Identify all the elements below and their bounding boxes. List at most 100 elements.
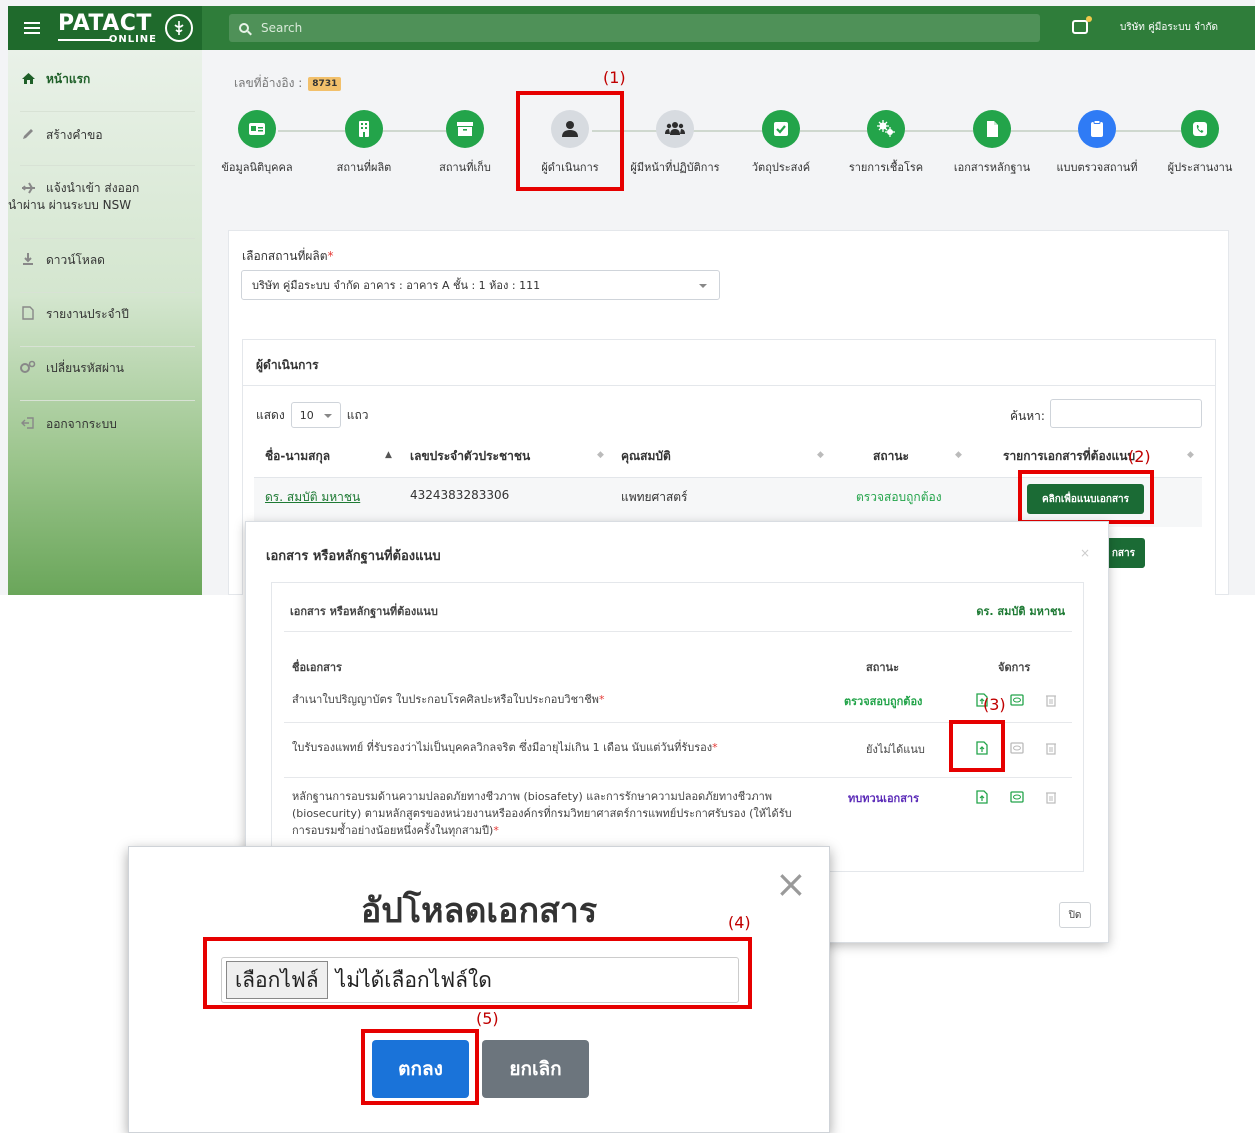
- table-search-label: ค้นหา:: [1010, 409, 1045, 423]
- background-app: PATACT ONLINE Search บริษัท คู่มือระบบ จ…: [0, 0, 1255, 595]
- sidebar-item-download[interactable]: ดาวน์โหลด: [20, 251, 190, 270]
- clipboard-icon: [1078, 110, 1116, 148]
- trash-icon[interactable]: [1044, 693, 1058, 707]
- document-row-status: ทบทวนเอกสาร: [848, 792, 920, 805]
- pencil-icon: [20, 127, 36, 141]
- operator-status: ตรวจสอบถูกต้อง: [856, 490, 942, 504]
- page-length-control: แสดง 10 แถว: [256, 402, 368, 428]
- sort-icon: ◆: [1187, 450, 1194, 460]
- document-row-name: หลักฐานการอบรมด้านความปลอดภัยทางชีวภาพ (…: [292, 790, 792, 837]
- production-site-select[interactable]: บริษัท คู่มือระบบ จำกัด อาคาร : อาคาร A …: [241, 270, 720, 300]
- upload-file-icon[interactable]: [975, 741, 989, 755]
- document-row-status: ตรวจสอบถูกต้อง: [844, 695, 923, 708]
- chevron-down-icon: [699, 284, 707, 288]
- documents-panel-title: เอกสาร หรือหลักฐานที่ต้องแนบ: [290, 605, 438, 618]
- id-card-icon: [238, 110, 276, 148]
- choose-file-button[interactable]: เลือกไฟล์: [226, 961, 328, 999]
- sort-icon: ◆: [817, 450, 824, 460]
- operators-title: ผู้ดำเนินการ: [256, 358, 319, 372]
- close-icon[interactable]: ×: [1080, 546, 1090, 560]
- column-header-citizen-id[interactable]: เลขประจำตัวประชาชน: [410, 447, 530, 466]
- annotation-label-3: (3): [983, 695, 1006, 714]
- file-icon: [20, 306, 36, 320]
- phone-icon: [1181, 110, 1219, 148]
- operator-name-link[interactable]: ดร. สมบัติ มหาชน: [265, 488, 360, 507]
- close-button[interactable]: ปิด: [1059, 902, 1091, 928]
- sidebar-item-create-request[interactable]: สร้างคำขอ: [20, 126, 190, 145]
- hamburger-menu-icon[interactable]: [24, 22, 40, 34]
- step-coordinator[interactable]: ผู้ประสานงาน: [1140, 110, 1255, 176]
- file-status-text: ไม่ได้เลือกไฟล์ใด: [335, 967, 492, 992]
- virus-icon: [867, 110, 905, 148]
- documents-modal-title: เอกสาร หรือหลักฐานที่ต้องแนบ: [266, 549, 441, 564]
- upload-modal: อัปโหลดเอกสาร × เลือกไฟล์ ไม่ได้เลือกไฟล…: [128, 846, 830, 1133]
- step-operator[interactable]: ผู้ดำเนินการ: [510, 110, 630, 176]
- logout-icon: [20, 416, 36, 430]
- operator-citizen-id: 4324383283306: [410, 488, 510, 502]
- document-row-name: ใบรับรองแพทย์ ที่รับรองว่าไม่เป็นบุคคลวิ…: [292, 741, 718, 754]
- view-document-icon: [1010, 742, 1024, 754]
- close-icon[interactable]: ×: [775, 865, 807, 903]
- documents-panel: เอกสาร หรือหลักฐานที่ต้องแนบ ดร. สมบัติ …: [271, 582, 1084, 872]
- gears-icon: [20, 360, 36, 374]
- step-site-inspection-form[interactable]: แบบตรวจสถานที่: [1037, 110, 1157, 176]
- annotation-label-5: (5): [476, 1009, 499, 1028]
- search-icon: [239, 23, 249, 33]
- archive-icon: [446, 110, 484, 148]
- brand-area: PATACT ONLINE: [8, 6, 202, 50]
- step-storage-site[interactable]: สถานที่เก็บ: [405, 110, 525, 176]
- annotation-label-2: (2): [1128, 447, 1151, 466]
- production-site-label: เลือกสถานที่ผลิต*: [242, 249, 334, 263]
- search-input[interactable]: Search: [229, 14, 1040, 42]
- column-header-name[interactable]: ชื่อ-นามสกุล: [265, 447, 330, 466]
- notification-icon[interactable]: [1072, 16, 1092, 34]
- users-icon: [656, 110, 694, 148]
- annotation-label-4: (4): [728, 913, 751, 932]
- document-icon: [973, 110, 1011, 148]
- column-header-doc-status: สถานะ: [866, 661, 899, 674]
- step-evidence-documents[interactable]: เอกสารหลักฐาน: [932, 110, 1052, 176]
- upload-modal-title: อัปโหลดเอกสาร: [360, 891, 598, 931]
- step-company-info[interactable]: ข้อมูลนิติบุคคล: [197, 110, 317, 176]
- documents-person-name: ดร. สมบัติ มหาชน: [976, 605, 1065, 618]
- file-input[interactable]: เลือกไฟล์ ไม่ได้เลือกไฟล์ใด: [221, 957, 739, 1003]
- check-icon: [762, 110, 800, 148]
- sidebar-item-home[interactable]: หน้าแรก: [20, 70, 190, 89]
- column-header-status[interactable]: สถานะ: [873, 447, 909, 466]
- user-name[interactable]: บริษัท คู่มือระบบ จำกัด: [1120, 20, 1218, 35]
- reference-badge: 8731: [308, 76, 342, 91]
- ministry-emblem-icon: [165, 14, 193, 42]
- upload-file-icon[interactable]: [975, 790, 989, 804]
- step-objective[interactable]: วัตถุประสงค์: [721, 110, 841, 176]
- sort-icon: ◆: [955, 450, 962, 460]
- sidebar-item-annual-report[interactable]: รายงานประจำปี: [20, 305, 190, 324]
- page-length-select[interactable]: 10: [290, 402, 341, 428]
- user-icon: [551, 110, 589, 148]
- ok-button[interactable]: ตกลง: [372, 1040, 469, 1098]
- column-header-document-name: ชื่อเอกสาร: [292, 661, 342, 674]
- view-document-icon[interactable]: [1010, 790, 1024, 804]
- building-icon: [345, 110, 383, 148]
- document-row-status: ยังไม่ได้แนบ: [866, 743, 925, 756]
- trash-icon: [1046, 792, 1056, 804]
- sidebar-item-change-password[interactable]: เปลี่ยนรหัสผ่าน: [20, 359, 190, 378]
- cancel-button[interactable]: ยกเลิก: [482, 1040, 589, 1098]
- column-header-actions: จัดการ: [998, 661, 1031, 674]
- view-document-icon[interactable]: [1010, 693, 1024, 707]
- operator-qualification: แพทยศาสตร์: [621, 490, 688, 504]
- step-practitioners[interactable]: ผู้มีหน้าที่ปฏิบัติการ: [615, 110, 735, 176]
- patact-logo[interactable]: PATACT ONLINE: [58, 11, 163, 45]
- sidebar: หน้าแรก สร้างคำขอ แจ้งนำเข้า ส่งออก นำผ่…: [8, 50, 202, 595]
- download-icon: [20, 252, 36, 266]
- document-row-name: สำเนาใบปริญญาบัตร ใบประกอบโรคศิลปะหรือใบ…: [292, 693, 605, 706]
- trash-icon: [1046, 743, 1056, 755]
- table-search-input[interactable]: [1050, 399, 1202, 428]
- sort-icon: ▲: [385, 450, 392, 460]
- column-header-documents[interactable]: รายการเอกสารที่ต้องแนบ: [1003, 447, 1135, 466]
- step-pathogen-list[interactable]: รายการเชื้อโรค: [826, 110, 946, 176]
- column-header-qualification[interactable]: คุณสมบัติ: [621, 447, 671, 466]
- attach-documents-button[interactable]: คลิกเพื่อแนบเอกสาร: [1027, 484, 1144, 514]
- sort-icon: ◆: [597, 450, 604, 460]
- sidebar-item-logout[interactable]: ออกจากระบบ: [20, 415, 190, 434]
- annotation-label-1: (1): [603, 68, 626, 87]
